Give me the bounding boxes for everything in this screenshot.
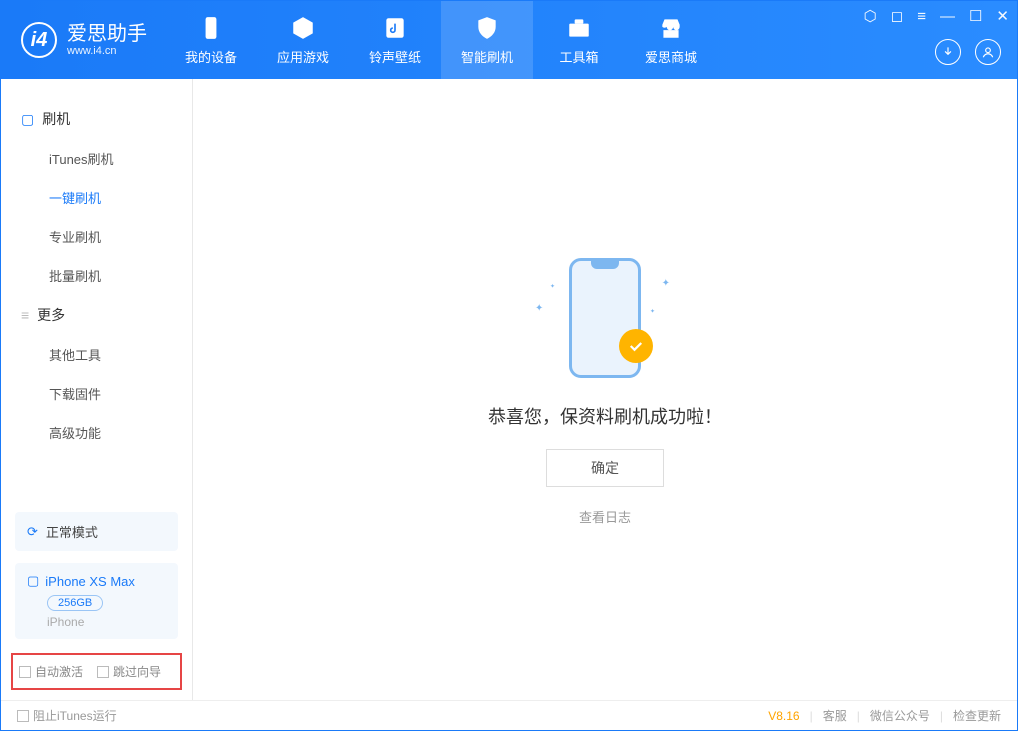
refresh-icon: ⟳ (27, 524, 38, 540)
checkbox-label: 自动激活 (35, 663, 83, 680)
checkbox-icon (97, 666, 109, 678)
mode-label: 正常模式 (46, 522, 98, 541)
body: ▢ 刷机 iTunes刷机 一键刷机 专业刷机 批量刷机 ≡ 更多 其他工具 下… (1, 79, 1017, 700)
checkbox-label: 跳过向导 (113, 663, 161, 680)
view-log-link[interactable]: 查看日志 (579, 507, 631, 526)
success-illustration: ✦ ✦ ✦ ✦ (525, 253, 685, 383)
check-update-link[interactable]: 检查更新 (953, 707, 1001, 724)
device-card[interactable]: ▢ iPhone XS Max 256GB iPhone (15, 563, 178, 639)
nav-toolbox[interactable]: 工具箱 (533, 1, 625, 79)
toolbox-icon (566, 15, 592, 41)
app-url: www.i4.cn (67, 45, 147, 57)
sidebar-section-flash: ▢ 刷机 (1, 99, 192, 139)
device-capacity: 256GB (47, 595, 103, 611)
mode-card[interactable]: ⟳ 正常模式 (15, 512, 178, 551)
cube-icon (290, 15, 316, 41)
sidebar-item-download-firmware[interactable]: 下载固件 (1, 374, 192, 413)
nav-label: 工具箱 (559, 47, 598, 66)
nav-smart-flash[interactable]: 智能刷机 (441, 1, 533, 79)
device-type: iPhone (47, 615, 166, 629)
user-button[interactable] (975, 39, 1001, 65)
checkbox-skip-guide[interactable]: 跳过向导 (97, 663, 161, 680)
phone-outline-icon: ▢ (21, 111, 34, 128)
section-title: 刷机 (42, 109, 70, 129)
nav-label: 我的设备 (185, 47, 237, 66)
checkbox-auto-activate[interactable]: 自动激活 (19, 663, 83, 680)
feedback-icon[interactable]: ⬡ (864, 7, 877, 25)
nav-apps-games[interactable]: 应用游戏 (257, 1, 349, 79)
section-title: 更多 (37, 305, 65, 325)
nav-label: 爱思商城 (645, 47, 697, 66)
main-nav: 我的设备 应用游戏 铃声壁纸 智能刷机 工具箱 爱思商城 (165, 1, 717, 79)
close-button[interactable]: ✕ (996, 7, 1009, 25)
shield-icon (474, 15, 500, 41)
ok-button[interactable]: 确定 (546, 449, 664, 487)
main-content: ✦ ✦ ✦ ✦ 恭喜您，保资料刷机成功啦！ 确定 查看日志 (193, 79, 1017, 700)
sidebar-section-more: ≡ 更多 (1, 295, 192, 335)
device-name: iPhone XS Max (45, 574, 135, 589)
success-message: 恭喜您，保资料刷机成功啦！ (488, 403, 722, 429)
nav-store[interactable]: 爱思商城 (625, 1, 717, 79)
sidebar-item-itunes-flash[interactable]: iTunes刷机 (1, 139, 192, 178)
logo-icon: i4 (21, 22, 57, 58)
sidebar-item-pro-flash[interactable]: 专业刷机 (1, 217, 192, 256)
footer: 阻止iTunes运行 V8.16 | 客服 | 微信公众号 | 检查更新 (1, 700, 1017, 730)
checkbox-block-itunes[interactable]: 阻止iTunes运行 (17, 707, 117, 724)
list-icon: ≡ (21, 307, 29, 323)
menu-icon[interactable]: ≡ (917, 8, 926, 25)
nav-ringtones[interactable]: 铃声壁纸 (349, 1, 441, 79)
minimize-button[interactable]: — (940, 8, 955, 25)
sidebar-item-advanced[interactable]: 高级功能 (1, 413, 192, 452)
store-icon (658, 15, 684, 41)
header-actions (935, 39, 1001, 65)
wechat-link[interactable]: 微信公众号 (870, 707, 930, 724)
phone-icon (198, 15, 224, 41)
header: i4 爱思助手 www.i4.cn 我的设备 应用游戏 铃声壁纸 智能刷机 工具… (1, 1, 1017, 79)
sidebar-item-other-tools[interactable]: 其他工具 (1, 335, 192, 374)
window-controls: ⬡ ◻ ≡ — ☐ ✕ (864, 7, 1009, 25)
check-badge-icon (619, 329, 653, 363)
app-name: 爱思助手 (67, 23, 147, 45)
version-label[interactable]: V8.16 (768, 709, 799, 723)
customer-service-link[interactable]: 客服 (823, 707, 847, 724)
skin-icon[interactable]: ◻ (891, 7, 903, 25)
checkbox-label: 阻止iTunes运行 (33, 707, 117, 724)
download-button[interactable] (935, 39, 961, 65)
nav-my-device[interactable]: 我的设备 (165, 1, 257, 79)
logo-area: i4 爱思助手 www.i4.cn (1, 1, 165, 79)
checkbox-icon (19, 666, 31, 678)
nav-label: 应用游戏 (277, 47, 329, 66)
footer-right: V8.16 | 客服 | 微信公众号 | 检查更新 (768, 707, 1001, 724)
nav-label: 智能刷机 (461, 47, 513, 66)
download-icon (941, 45, 955, 59)
checkbox-icon (17, 710, 29, 722)
sidebar-item-oneclick-flash[interactable]: 一键刷机 (1, 178, 192, 217)
highlighted-options: 自动激活 跳过向导 (11, 653, 182, 690)
nav-label: 铃声壁纸 (369, 47, 421, 66)
music-icon (382, 15, 408, 41)
sidebar-item-batch-flash[interactable]: 批量刷机 (1, 256, 192, 295)
user-icon (981, 45, 995, 59)
sidebar: ▢ 刷机 iTunes刷机 一键刷机 专业刷机 批量刷机 ≡ 更多 其他工具 下… (1, 79, 193, 700)
device-icon: ▢ (27, 573, 39, 589)
maximize-button[interactable]: ☐ (969, 7, 982, 25)
